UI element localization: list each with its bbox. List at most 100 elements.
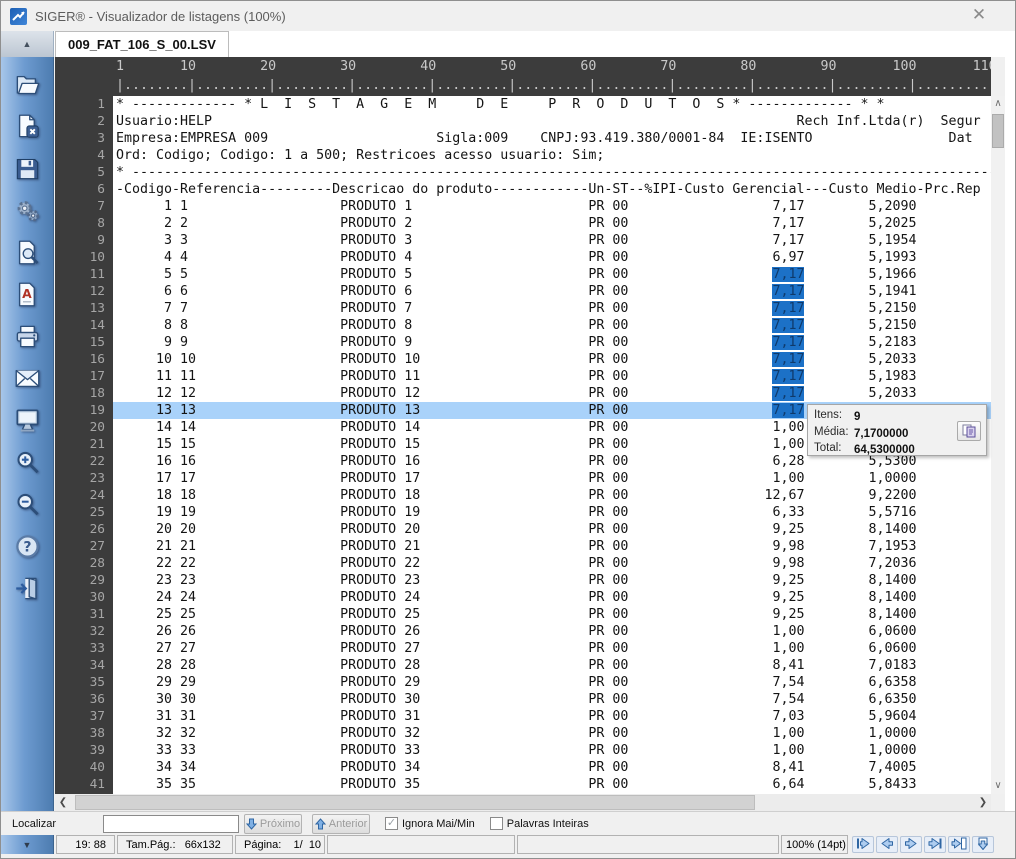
content-line[interactable]: 20 20 PRODUTO 20 PR 00 9,25 8,1400 [113, 521, 991, 538]
line-number: 23 [55, 470, 105, 487]
content-line[interactable]: * ------------- * L I S T A G E M D E P … [113, 96, 991, 113]
content-line[interactable]: 18 18 PRODUTO 18 PR 00 12,67 9,2200 [113, 487, 991, 504]
line-number: 28 [55, 555, 105, 572]
content-line[interactable]: Empresa:EMPRESA 009 Sigla:009 CNPJ:93.41… [113, 130, 991, 147]
line-number: 39 [55, 742, 105, 759]
next-page-button[interactable] [900, 836, 922, 853]
go-to-page-button[interactable] [948, 836, 970, 853]
content-line[interactable]: 2 2 PRODUTO 2 PR 00 7,17 5,2025 [113, 215, 991, 232]
zoom-level-cell: 100% (14pt) [781, 835, 848, 854]
line-number: 33 [55, 640, 105, 657]
content-line[interactable]: -Codigo-Referencia---------Descricao do … [113, 181, 991, 198]
previous-button[interactable]: Anterior [312, 814, 370, 834]
content-line[interactable]: 31 31 PRODUTO 31 PR 00 7,03 5,9604 [113, 708, 991, 725]
copy-selection-button[interactable] [957, 421, 981, 441]
content-line[interactable]: 5 5 PRODUTO 5 PR 00 7,17 5,1966 [113, 266, 991, 283]
content-line[interactable]: 19 19 PRODUTO 19 PR 00 6,33 5,5716 [113, 504, 991, 521]
line-number: 17 [55, 368, 105, 385]
line-number: 11 [55, 266, 105, 283]
sidebar-scroll-up-button[interactable]: ▲ [1, 31, 54, 57]
line-number: 38 [55, 725, 105, 742]
content-line[interactable]: 7 7 PRODUTO 7 PR 00 7,17 5,2150 [113, 300, 991, 317]
first-page-button[interactable] [852, 836, 874, 853]
content-line[interactable]: 4 4 PRODUTO 4 PR 00 6,97 5,1993 [113, 249, 991, 266]
content-line[interactable]: 28 28 PRODUTO 28 PR 00 8,41 7,0183 [113, 657, 991, 674]
search-input[interactable] [103, 815, 239, 833]
email-button[interactable] [9, 363, 45, 399]
monitor-icon [14, 407, 41, 439]
line-number: 24 [55, 487, 105, 504]
print-button[interactable] [9, 321, 45, 357]
settings-button[interactable] [9, 195, 45, 231]
content-line[interactable]: 12 12 PRODUTO 12 PR 00 7,17 5,2033 [113, 385, 991, 402]
ignore-case-checkbox[interactable]: ✓ [385, 817, 398, 830]
content-line[interactable]: * --------------------------------------… [113, 164, 991, 181]
tab-label: 009_FAT_106_S_00.LSV [68, 37, 216, 52]
content-line[interactable]: 25 25 PRODUTO 25 PR 00 9,25 8,1400 [113, 606, 991, 623]
content-line[interactable]: 1 1 PRODUTO 1 PR 00 7,17 5,2090 [113, 198, 991, 215]
content-line[interactable]: 17 17 PRODUTO 17 PR 00 1,00 1,0000 [113, 470, 991, 487]
pdf-export-icon: A [14, 281, 41, 313]
scroll-left-arrow-icon[interactable]: ❮ [55, 797, 71, 808]
preview-button[interactable] [9, 237, 45, 273]
content-line[interactable]: 26 26 PRODUTO 26 PR 00 1,00 6,0600 [113, 623, 991, 640]
content-line[interactable]: 24 24 PRODUTO 24 PR 00 9,25 8,1400 [113, 589, 991, 606]
whole-words-checkbox[interactable] [490, 817, 503, 830]
vertical-scrollbar[interactable]: ∧ ∨ [991, 96, 1005, 794]
content-line[interactable]: 22 22 PRODUTO 22 PR 00 9,98 7,2036 [113, 555, 991, 572]
previous-page-button[interactable] [876, 836, 898, 853]
content-line[interactable]: 32 32 PRODUTO 32 PR 00 1,00 1,0000 [113, 725, 991, 742]
close-file-button[interactable] [9, 111, 45, 147]
tab-strip: ▲ 009_FAT_106_S_00.LSV [1, 31, 1015, 57]
pdf-export-button[interactable]: A [9, 279, 45, 315]
horizontal-scrollbar-thumb[interactable] [75, 795, 755, 810]
monitor-button[interactable] [9, 405, 45, 441]
content-line[interactable]: 30 30 PRODUTO 30 PR 00 7,54 6,6350 [113, 691, 991, 708]
content-line[interactable]: 27 27 PRODUTO 27 PR 00 1,00 6,0600 [113, 640, 991, 657]
exit-button[interactable] [9, 573, 45, 609]
vertical-scrollbar-thumb[interactable] [992, 114, 1004, 148]
open-file-button[interactable] [9, 69, 45, 105]
status-empty-cell-1 [327, 835, 515, 854]
line-number: 34 [55, 657, 105, 674]
ruler-ticks: |........|.........|.........|.........|… [116, 76, 991, 95]
save-icon [14, 155, 41, 187]
content-line[interactable]: 23 23 PRODUTO 23 PR 00 9,25 8,1400 [113, 572, 991, 589]
content-line[interactable]: 33 33 PRODUTO 33 PR 00 1,00 1,0000 [113, 742, 991, 759]
line-number: 31 [55, 606, 105, 623]
content-line[interactable]: 21 21 PRODUTO 21 PR 00 9,98 7,1953 [113, 538, 991, 555]
scroll-right-arrow-icon[interactable]: ❯ [975, 797, 991, 808]
zoom-in-button[interactable] [9, 447, 45, 483]
close-button[interactable]: ✕ [965, 3, 993, 27]
horizontal-scrollbar-track[interactable] [71, 794, 975, 811]
horizontal-scrollbar[interactable]: ❮ ❯ [55, 794, 991, 811]
next-button[interactable]: Próximo [244, 814, 302, 834]
content-line[interactable]: 8 8 PRODUTO 8 PR 00 7,17 5,2150 [113, 317, 991, 334]
settings-icon [14, 197, 41, 229]
content-line[interactable]: 6 6 PRODUTO 6 PR 00 7,17 5,1941 [113, 283, 991, 300]
ignore-case-label: Ignora Mai/Min [402, 818, 475, 830]
content-line[interactable]: 11 11 PRODUTO 11 PR 00 7,17 5,1983 [113, 368, 991, 385]
scroll-down-arrow-icon[interactable]: ∨ [991, 778, 1005, 794]
file-tab[interactable]: 009_FAT_106_S_00.LSV [55, 31, 229, 57]
last-line-button[interactable] [972, 836, 994, 853]
last-page-button[interactable] [924, 836, 946, 853]
content-line[interactable]: 34 34 PRODUTO 34 PR 00 8,41 7,4005 [113, 759, 991, 776]
content-line[interactable]: Usuario:HELP Rech Inf.Ltda(r) Segur [113, 113, 991, 130]
save-button[interactable] [9, 153, 45, 189]
sidebar-scroll-down-button[interactable]: ▼ [1, 835, 54, 854]
line-number: 25 [55, 504, 105, 521]
line-number: 18 [55, 385, 105, 402]
toolbar-sidebar: A? [1, 57, 54, 811]
help-button[interactable]: ? [9, 531, 45, 567]
line-number: 10 [55, 249, 105, 266]
content-line[interactable]: 29 29 PRODUTO 29 PR 00 7,54 6,6358 [113, 674, 991, 691]
title-bar[interactable]: SIGER® - Visualizador de listagens (100%… [1, 1, 1015, 31]
scroll-up-arrow-icon[interactable]: ∧ [991, 96, 1005, 112]
zoom-out-button[interactable] [9, 489, 45, 525]
content-line[interactable]: 10 10 PRODUTO 10 PR 00 7,17 5,2033 [113, 351, 991, 368]
content-line[interactable]: Ord: Codigo; Codigo: 1 a 500; Restricoes… [113, 147, 991, 164]
content-line[interactable]: 35 35 PRODUTO 35 PR 00 6,64 5,8433 [113, 776, 991, 793]
content-line[interactable]: 3 3 PRODUTO 3 PR 00 7,17 5,1954 [113, 232, 991, 249]
content-line[interactable]: 9 9 PRODUTO 9 PR 00 7,17 5,2183 [113, 334, 991, 351]
